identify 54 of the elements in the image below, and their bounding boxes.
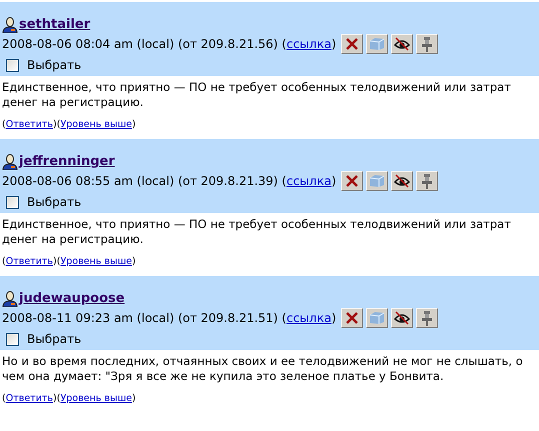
comment-text: Но и во время последних, отчаянных своих и ее телодвижений не мог не слышать, о чем она думает: "Зря я все же не купила это зеленое платье у Бонвита. [1,353,524,384]
select-checkbox[interactable] [6,58,19,72]
delete-button[interactable] [341,171,364,191]
cube-icon [369,174,386,188]
select-checkbox[interactable] [6,196,19,208]
post-meta: 2008-08-06 08:55 am (local) (от 209.8.21.39) (ссылка) [2,173,336,190]
comment-text: Единственное, что приятно — ПО не требует особенных телодвижений или затрат денег на регистрацию. [1,216,512,247]
select-label: Выбрать [27,331,82,348]
delete-icon [345,311,360,325]
post-meta: 2008-08-11 09:23 am (local) (от 209.8.21.51) (ссылка) [2,310,336,327]
reply-links: (Ответить)(Уровень выше) [2,119,136,130]
username-link[interactable]: jeffrenninger [19,154,115,170]
user-icon [2,291,18,307]
pushpin-icon [421,310,434,326]
reply-link[interactable]: Ответить [6,119,54,130]
cube-button[interactable] [366,308,388,328]
reply-links: (Ответить)(Уровень выше) [2,393,136,404]
reply-link[interactable]: Уровень выше [60,119,132,130]
pushpin-icon [421,36,434,52]
username-link[interactable]: judewaupoose [19,291,125,307]
reply-links: (Ответить)(Уровень выше) [2,256,136,267]
delete-icon [345,174,360,188]
eye-crossed-icon [394,37,410,51]
cube-button[interactable] [366,34,388,54]
eye-crossed-button[interactable] [391,171,414,191]
cube-icon [369,37,386,51]
cube-icon [369,311,386,325]
delete-button[interactable] [341,308,364,328]
delete-button[interactable] [341,34,364,54]
select-checkbox[interactable] [6,332,19,346]
reply-link[interactable]: Ответить [6,256,54,267]
eye-crossed-icon [394,311,410,325]
user-icon [2,17,18,33]
delete-icon [345,37,360,51]
user-icon [2,154,18,170]
eye-crossed-button[interactable] [391,308,414,328]
username-link[interactable]: sethtailer [19,17,90,33]
reply-link[interactable]: Ответить [6,393,54,404]
post-meta: 2008-08-06 08:04 am (local) (от 209.8.21.56) (ссылка) [2,36,336,53]
reply-link[interactable]: Уровень выше [60,393,132,404]
comment-text: Единственное, что приятно — ПО не требует особенных телодвижений или затрат денег на регистрацию. [1,79,512,110]
reply-link[interactable]: Уровень выше [60,256,132,267]
eye-crossed-button[interactable] [391,34,414,54]
permalink-link[interactable]: ссылка [286,311,332,325]
cube-button[interactable] [366,171,388,191]
select-label: Выбрать [27,194,82,211]
eye-crossed-icon [394,174,410,188]
pushpin-icon [421,173,434,189]
select-label: Выбрать [27,57,82,74]
permalink-link[interactable]: ссылка [286,174,332,188]
pushpin-button[interactable] [416,34,438,54]
pushpin-button[interactable] [416,171,438,191]
pushpin-button[interactable] [416,308,438,328]
permalink-link[interactable]: ссылка [286,37,332,51]
